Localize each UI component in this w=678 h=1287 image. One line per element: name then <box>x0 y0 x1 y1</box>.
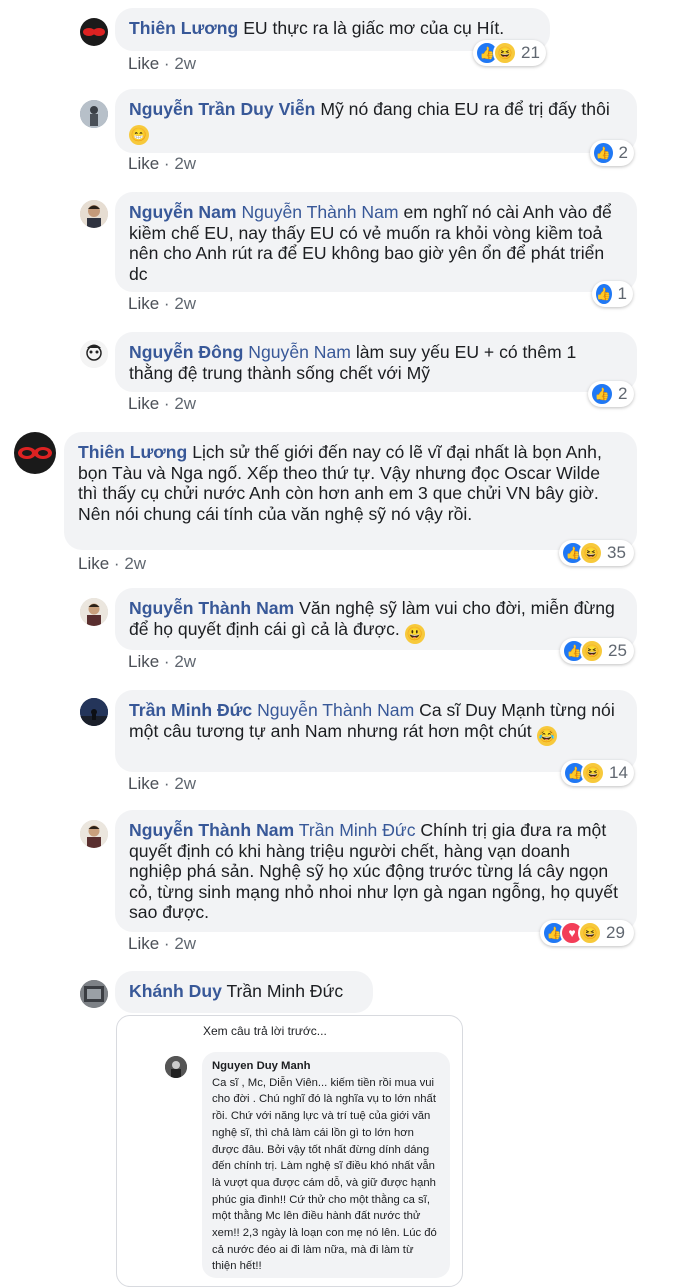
like-reaction-icon: 👍 <box>594 282 614 306</box>
reaction-summary[interactable]: 👍 😆 25 <box>560 638 634 664</box>
comment-bubble: Thiên Lương Lịch sử thế giới đến nay có … <box>64 432 637 550</box>
haha-reaction-icon: 😆 <box>493 41 517 65</box>
reaction-count: 1 <box>617 284 627 303</box>
comment-author[interactable]: Nguyễn Nam <box>129 202 237 222</box>
smile-emoji-icon: 😃 <box>404 623 425 644</box>
like-reaction-icon: 👍 <box>590 382 614 406</box>
quoted-comment-bubble: Nguyen Duy Manh Ca sĩ , Mc, Diễn Viên...… <box>202 1052 450 1278</box>
grin-emoji-icon: 😁 <box>129 124 149 145</box>
reaction-summary[interactable]: 👍 1 <box>592 281 633 307</box>
comment-time[interactable]: 2w <box>174 934 196 953</box>
reaction-count: 14 <box>609 763 628 782</box>
comment-bubble: Nguyễn Thành Nam Văn nghệ sỹ làm vui cho… <box>115 588 637 650</box>
separator: · <box>163 294 170 313</box>
avatar[interactable] <box>80 100 108 128</box>
comment-author[interactable]: Thiên Lương <box>129 18 238 38</box>
comment-bubble: Nguyễn Thành Nam Trần Minh Đức Chính trị… <box>115 810 637 932</box>
comment-time[interactable]: 2w <box>174 294 196 313</box>
comment-author[interactable]: Thiên Lương <box>78 442 187 462</box>
like-link[interactable]: Like <box>128 394 159 413</box>
like-link[interactable]: Like <box>78 554 109 573</box>
avatar <box>165 1056 187 1078</box>
like-link[interactable]: Like <box>128 154 159 173</box>
comment-time[interactable]: 2w <box>174 154 196 173</box>
like-link[interactable]: Like <box>128 934 159 953</box>
like-link[interactable]: Like <box>128 294 159 313</box>
comment-actions: Like · 2w <box>128 154 196 174</box>
comment-actions: Like · 2w <box>128 394 196 414</box>
comment-author[interactable]: Khánh Duy <box>129 981 222 1001</box>
reaction-summary[interactable]: 👍 😆 14 <box>561 760 634 786</box>
haha-reaction-icon: 😆 <box>581 761 605 785</box>
comment-mention[interactable]: Nguyễn Thành Nam <box>257 700 414 720</box>
avatar[interactable] <box>80 18 108 46</box>
like-link[interactable]: Like <box>128 774 159 793</box>
comment-actions: Like · 2w <box>128 294 196 314</box>
comment-author[interactable]: Nguyễn Thành Nam <box>129 820 294 840</box>
view-previous-replies-link: Xem câu trả lời trước... <box>203 1024 327 1038</box>
comment-mention[interactable]: Nguyễn Nam <box>248 342 351 362</box>
comment-mention[interactable]: Trần Minh Đức <box>299 820 416 840</box>
separator: · <box>163 774 170 793</box>
avatar[interactable] <box>80 200 108 228</box>
comment-bubble: Trần Minh Đức Nguyễn Thành Nam Ca sĩ Duy… <box>115 690 637 772</box>
avatar[interactable] <box>80 340 108 368</box>
comment-author[interactable]: Nguyễn Đông <box>129 342 243 362</box>
avatar[interactable] <box>80 980 108 1008</box>
laughing-emoji-icon: 😂 <box>536 725 557 746</box>
reaction-count: 2 <box>618 384 628 403</box>
reaction-summary[interactable]: 👍 2 <box>588 381 634 407</box>
comment-bubble: Nguyễn Đông Nguyễn Nam làm suy yếu EU + … <box>115 332 637 392</box>
separator: · <box>163 154 170 173</box>
like-link[interactable]: Like <box>128 652 159 671</box>
reaction-count: 21 <box>521 43 540 62</box>
comment-author[interactable]: Trần Minh Đức <box>129 700 252 720</box>
separator: · <box>113 554 120 573</box>
attached-screenshot-image[interactable]: Xem câu trả lời trước... Nguyen Duy Manh… <box>116 1015 463 1287</box>
separator: · <box>163 934 170 953</box>
comment-bubble: Nguyễn Nam Nguyễn Thành Nam em nghĩ nó c… <box>115 192 637 292</box>
comment-time[interactable]: 2w <box>174 774 196 793</box>
avatar[interactable] <box>80 820 108 848</box>
comment-actions: Like · 2w <box>128 652 196 672</box>
comment-bubble: Nguyễn Trần Duy Viễn Mỹ nó đang chia EU … <box>115 89 637 153</box>
reaction-count: 25 <box>608 641 627 660</box>
reaction-summary[interactable]: 👍 😆 35 <box>559 540 634 566</box>
like-link[interactable]: Like <box>128 54 159 73</box>
reaction-count: 35 <box>607 543 626 562</box>
comment-actions: Like · 2w <box>128 774 196 794</box>
comment-bubble: Khánh Duy Trần Minh Đức <box>115 971 373 1013</box>
comment-mention[interactable]: Nguyễn Thành Nam <box>241 202 398 222</box>
comment-time[interactable]: 2w <box>124 554 146 573</box>
separator: · <box>163 652 170 671</box>
comment-text: Mỹ nó đang chia EU ra để trị đấy thôi <box>320 99 610 119</box>
reaction-summary[interactable]: 👍 2 <box>590 140 634 166</box>
haha-reaction-icon: 😆 <box>580 639 604 663</box>
comment-text: EU thực ra là giấc mơ của cụ Hít. <box>243 18 505 38</box>
quoted-comment-text: Ca sĩ , Mc, Diễn Viên... kiếm tiền rồi m… <box>212 1076 437 1273</box>
quoted-comment-author: Nguyen Duy Manh <box>212 1060 311 1072</box>
separator: · <box>163 394 170 413</box>
reaction-count: 29 <box>606 923 625 942</box>
haha-reaction-icon: 😆 <box>578 921 602 945</box>
haha-reaction-icon: 😆 <box>579 541 603 565</box>
separator: · <box>163 54 170 73</box>
reaction-summary[interactable]: 👍 ♥ 😆 29 <box>540 920 634 946</box>
comment-time[interactable]: 2w <box>174 652 196 671</box>
avatar[interactable] <box>80 698 108 726</box>
reaction-summary[interactable]: 👍 😆 21 <box>473 40 546 66</box>
reaction-count: 2 <box>618 143 628 162</box>
comment-time[interactable]: 2w <box>174 394 196 413</box>
comment-time[interactable]: 2w <box>174 54 196 73</box>
comment-actions: Like · 2w <box>128 54 196 74</box>
comment-author[interactable]: Nguyễn Trần Duy Viễn <box>129 99 315 119</box>
comment-text[interactable]: Trần Minh Đức <box>226 981 343 1001</box>
comment-actions: Like · 2w <box>78 554 146 574</box>
comment-author[interactable]: Nguyễn Thành Nam <box>129 598 294 618</box>
avatar[interactable] <box>80 598 108 626</box>
avatar[interactable] <box>14 432 56 474</box>
comment-actions: Like · 2w <box>128 934 196 954</box>
like-reaction-icon: 👍 <box>592 141 615 165</box>
